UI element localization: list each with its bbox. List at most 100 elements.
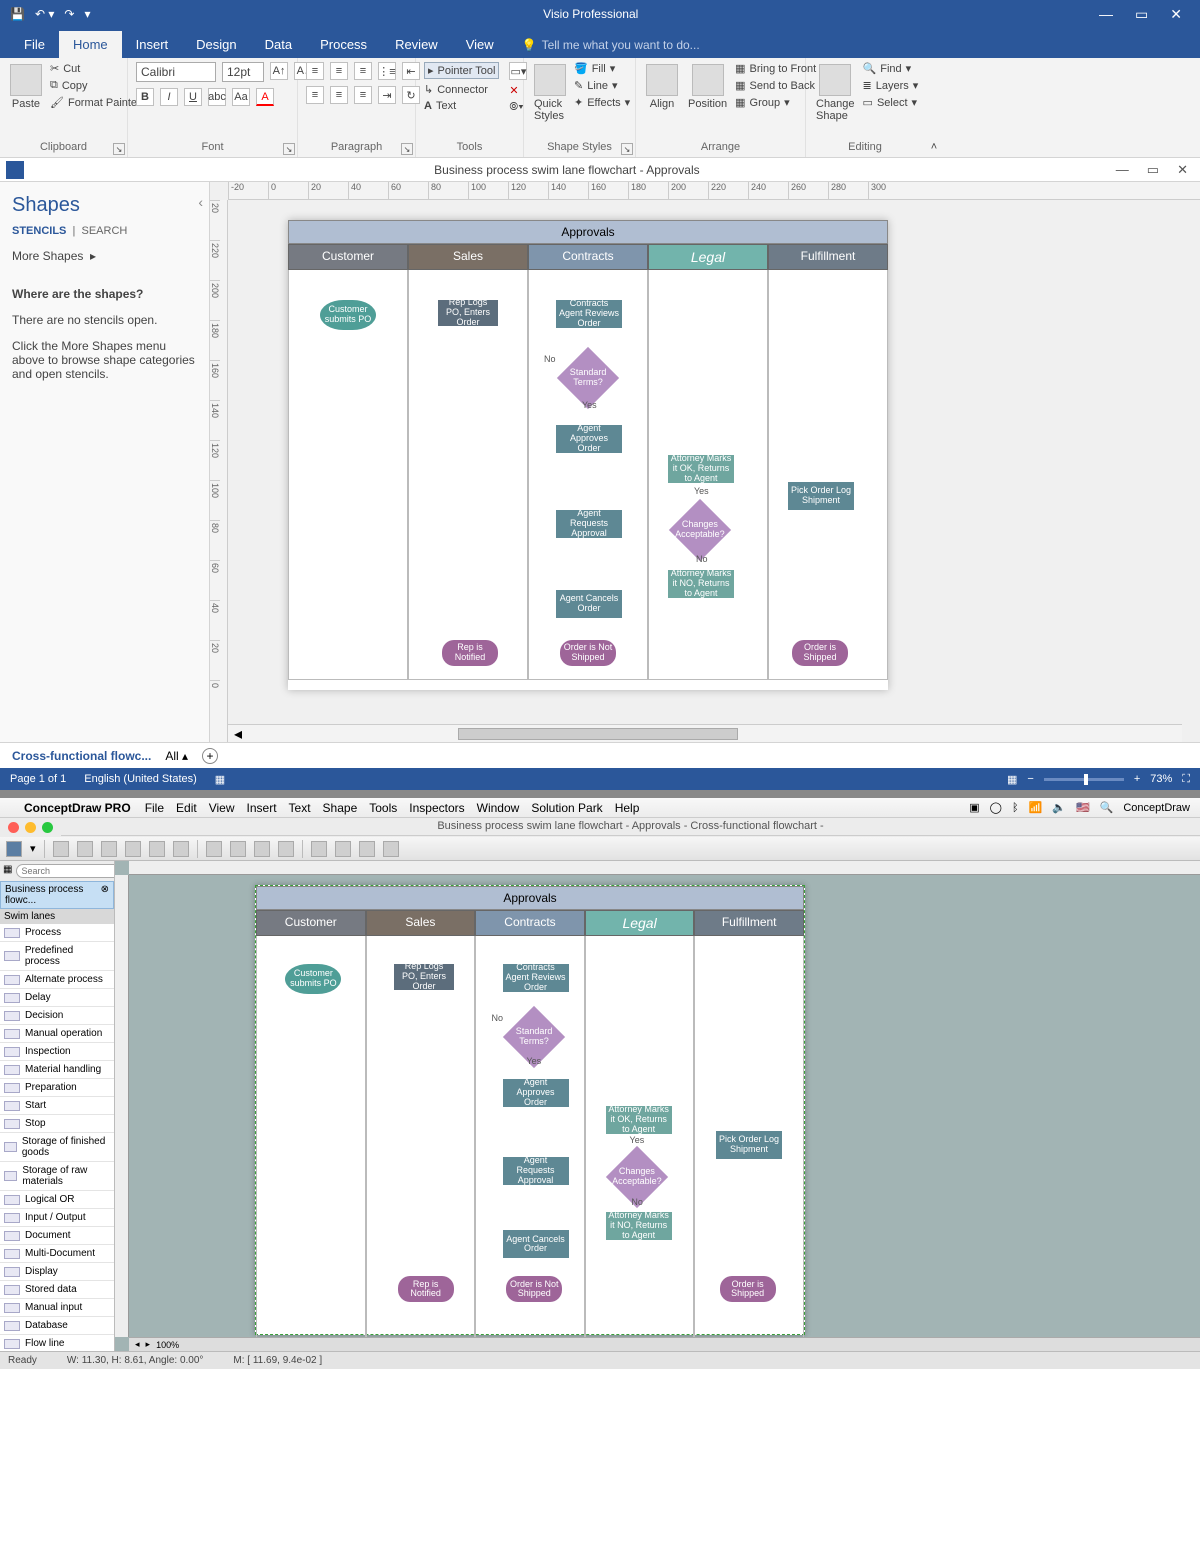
align-button[interactable]: Align	[644, 62, 680, 112]
cd-tool-6[interactable]	[173, 841, 189, 857]
minimize-icon[interactable]: —	[1099, 6, 1113, 23]
indent-inc-icon[interactable]: ⇥	[378, 86, 396, 104]
cd-tool-3[interactable]	[101, 841, 117, 857]
lane[interactable]	[768, 270, 888, 680]
shape-process[interactable]: Rep Logs PO, Enters Order	[438, 300, 498, 326]
lib-shape[interactable]: Process	[0, 924, 114, 942]
bluetooth-icon[interactable]: ᛒ	[1012, 802, 1019, 814]
lib-shape[interactable]: Document	[0, 1227, 114, 1245]
flag-icon[interactable]: 🇺🇸	[1076, 801, 1090, 814]
position-button[interactable]: Position	[686, 62, 729, 112]
lib-shape[interactable]: Storage of finished goods	[0, 1133, 114, 1162]
cd-tool-14[interactable]	[383, 841, 399, 857]
shapestyles-dialog-icon[interactable]: ↘	[621, 143, 633, 155]
tab-data[interactable]: Data	[251, 31, 306, 58]
volume-icon[interactable]: 🔈	[1052, 801, 1066, 814]
change-shape-button[interactable]: Change Shape	[814, 62, 857, 124]
menu-edit[interactable]: Edit	[176, 801, 197, 815]
lib-shape[interactable]: Start	[0, 1097, 114, 1115]
search-tab[interactable]: SEARCH	[82, 225, 128, 237]
shape-terminator[interactable]: Order is Shipped	[720, 1276, 776, 1302]
lib-shape[interactable]: Inspection	[0, 1043, 114, 1061]
macro-icon[interactable]: ▦	[215, 773, 225, 786]
app-name[interactable]: ConceptDraw PRO	[24, 801, 131, 815]
cd-doclib-close-icon[interactable]: ⊗	[101, 884, 109, 906]
shape-process[interactable]: Attorney Marks it NO, Returns to Agent	[668, 570, 734, 598]
lib-shape[interactable]: Material handling	[0, 1061, 114, 1079]
bullets-icon[interactable]: ⋮≡	[378, 62, 396, 80]
lib-shape[interactable]: Manual input	[0, 1299, 114, 1317]
menu-inspectors[interactable]: Inspectors	[409, 801, 464, 815]
tell-me[interactable]: 💡 Tell me what you want to do...	[508, 32, 714, 58]
lib-shape[interactable]: Stored data	[0, 1281, 114, 1299]
redo-icon[interactable]: ↷	[64, 7, 74, 21]
shape-start[interactable]: Customer submits PO	[320, 300, 376, 330]
cd-tool-5[interactable]	[149, 841, 165, 857]
effects-button[interactable]: ✦ Effects ▾	[574, 96, 630, 109]
lib-shape[interactable]: Multi-Document	[0, 1245, 114, 1263]
zoom-out-icon[interactable]: −	[1027, 773, 1033, 785]
cd-category[interactable]: Swim lanes	[0, 909, 114, 924]
spotlight-icon[interactable]: 🔍	[1100, 801, 1114, 814]
paragraph-dialog-icon[interactable]: ↘	[401, 143, 413, 155]
shape-start[interactable]: Customer submits PO	[285, 964, 341, 994]
shape-process[interactable]: Rep Logs PO, Enters Order	[394, 964, 454, 990]
lib-shape[interactable]: Database	[0, 1317, 114, 1335]
connector-button[interactable]: ↳ Connector	[424, 83, 499, 96]
cd-tool-10[interactable]	[278, 841, 294, 857]
case-button[interactable]: Aa	[232, 88, 250, 106]
lib-shape[interactable]: Flow line	[0, 1335, 114, 1351]
shape-process[interactable]: Contracts Agent Reviews Order	[503, 964, 569, 992]
cd-canvas[interactable]: ApprovalsCustomerSalesContractsLegalFulf…	[115, 861, 1200, 1351]
bold-button[interactable]: B	[136, 88, 154, 106]
layers-button[interactable]: ≣ Layers ▾	[863, 79, 919, 92]
view-presentation-icon[interactable]: ▦	[1007, 773, 1017, 786]
shape-process[interactable]: Agent Cancels Order	[503, 1230, 569, 1258]
tab-review[interactable]: Review	[381, 31, 452, 58]
menu-insert[interactable]: Insert	[247, 801, 277, 815]
lib-shape[interactable]: Logical OR	[0, 1191, 114, 1209]
cd-page[interactable]: ApprovalsCustomerSalesContractsLegalFulf…	[255, 885, 805, 1335]
menu-window[interactable]: Window	[477, 801, 520, 815]
sync-icon[interactable]: ◯	[990, 801, 1002, 814]
cd-tool-7[interactable]	[206, 841, 222, 857]
zoom-value[interactable]: 73%	[1150, 773, 1172, 785]
close-icon[interactable]: ✕	[1170, 6, 1182, 23]
italic-button[interactable]: I	[160, 88, 178, 106]
shape-process[interactable]: Agent Requests Approval	[503, 1157, 569, 1185]
cd-lib-view-icon[interactable]: ▦	[3, 864, 12, 878]
add-page-icon[interactable]: +	[202, 748, 218, 764]
lib-shape[interactable]: Display	[0, 1263, 114, 1281]
shape-terminator[interactable]: Order is Shipped	[792, 640, 848, 666]
cd-tool-dd[interactable]: ▾	[30, 842, 36, 855]
lib-shape[interactable]: Manual operation	[0, 1025, 114, 1043]
lane[interactable]	[528, 270, 648, 680]
line-button[interactable]: ✎ Line ▾	[574, 79, 630, 92]
shape-process[interactable]: Agent Approves Order	[503, 1079, 569, 1107]
menu-text[interactable]: Text	[289, 801, 311, 815]
shape-process[interactable]: Attorney Marks it NO, Returns to Agent	[606, 1212, 672, 1240]
cd-tool-4[interactable]	[125, 841, 141, 857]
shape-process[interactable]: Attorney Marks it OK, Returns to Agent	[606, 1106, 672, 1134]
mac-close-icon[interactable]	[8, 822, 19, 833]
shape-process[interactable]: Contracts Agent Reviews Order	[556, 300, 622, 328]
doc-minimize-icon[interactable]: —	[1116, 162, 1129, 178]
font-size-select[interactable]: 12pt	[222, 62, 264, 82]
page-tab-1[interactable]: Cross-functional flowc...	[12, 749, 151, 763]
dropbox-icon[interactable]: ▣	[969, 801, 979, 814]
shape-terminator[interactable]: Order is Not Shipped	[506, 1276, 562, 1302]
shape-process[interactable]: Attorney Marks it OK, Returns to Agent	[668, 455, 734, 483]
undo-icon[interactable]: ↶ ▾	[35, 7, 54, 21]
mac-minimize-icon[interactable]	[25, 822, 36, 833]
clipboard-dialog-icon[interactable]: ↘	[113, 143, 125, 155]
cd-tool-13[interactable]	[359, 841, 375, 857]
align-right-icon[interactable]: ≡	[354, 86, 372, 104]
lane[interactable]	[288, 270, 408, 680]
select-button[interactable]: ▭ Select ▾	[863, 96, 919, 109]
lib-shape[interactable]: Alternate process	[0, 971, 114, 989]
zoom-slider[interactable]	[1044, 778, 1124, 781]
lib-shape[interactable]: Preparation	[0, 1079, 114, 1097]
find-button[interactable]: 🔍 Find ▾	[863, 62, 919, 75]
cd-tool-9[interactable]	[254, 841, 270, 857]
canvas[interactable]: -200204060801001201401601802002202402602…	[210, 182, 1200, 742]
